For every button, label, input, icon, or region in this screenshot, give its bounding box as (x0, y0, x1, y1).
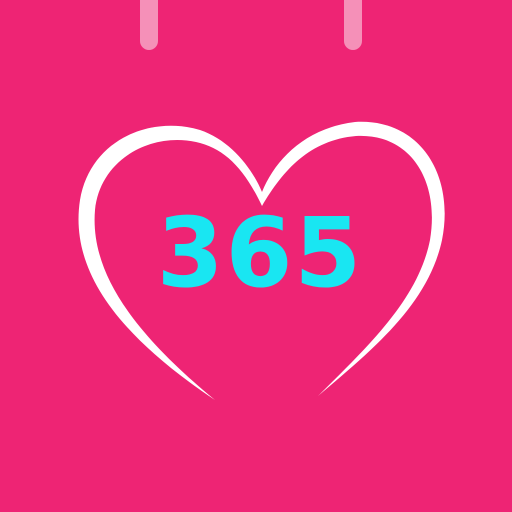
day-count-text: 365 (156, 197, 364, 309)
app-icon[interactable]: 365 (0, 0, 512, 512)
